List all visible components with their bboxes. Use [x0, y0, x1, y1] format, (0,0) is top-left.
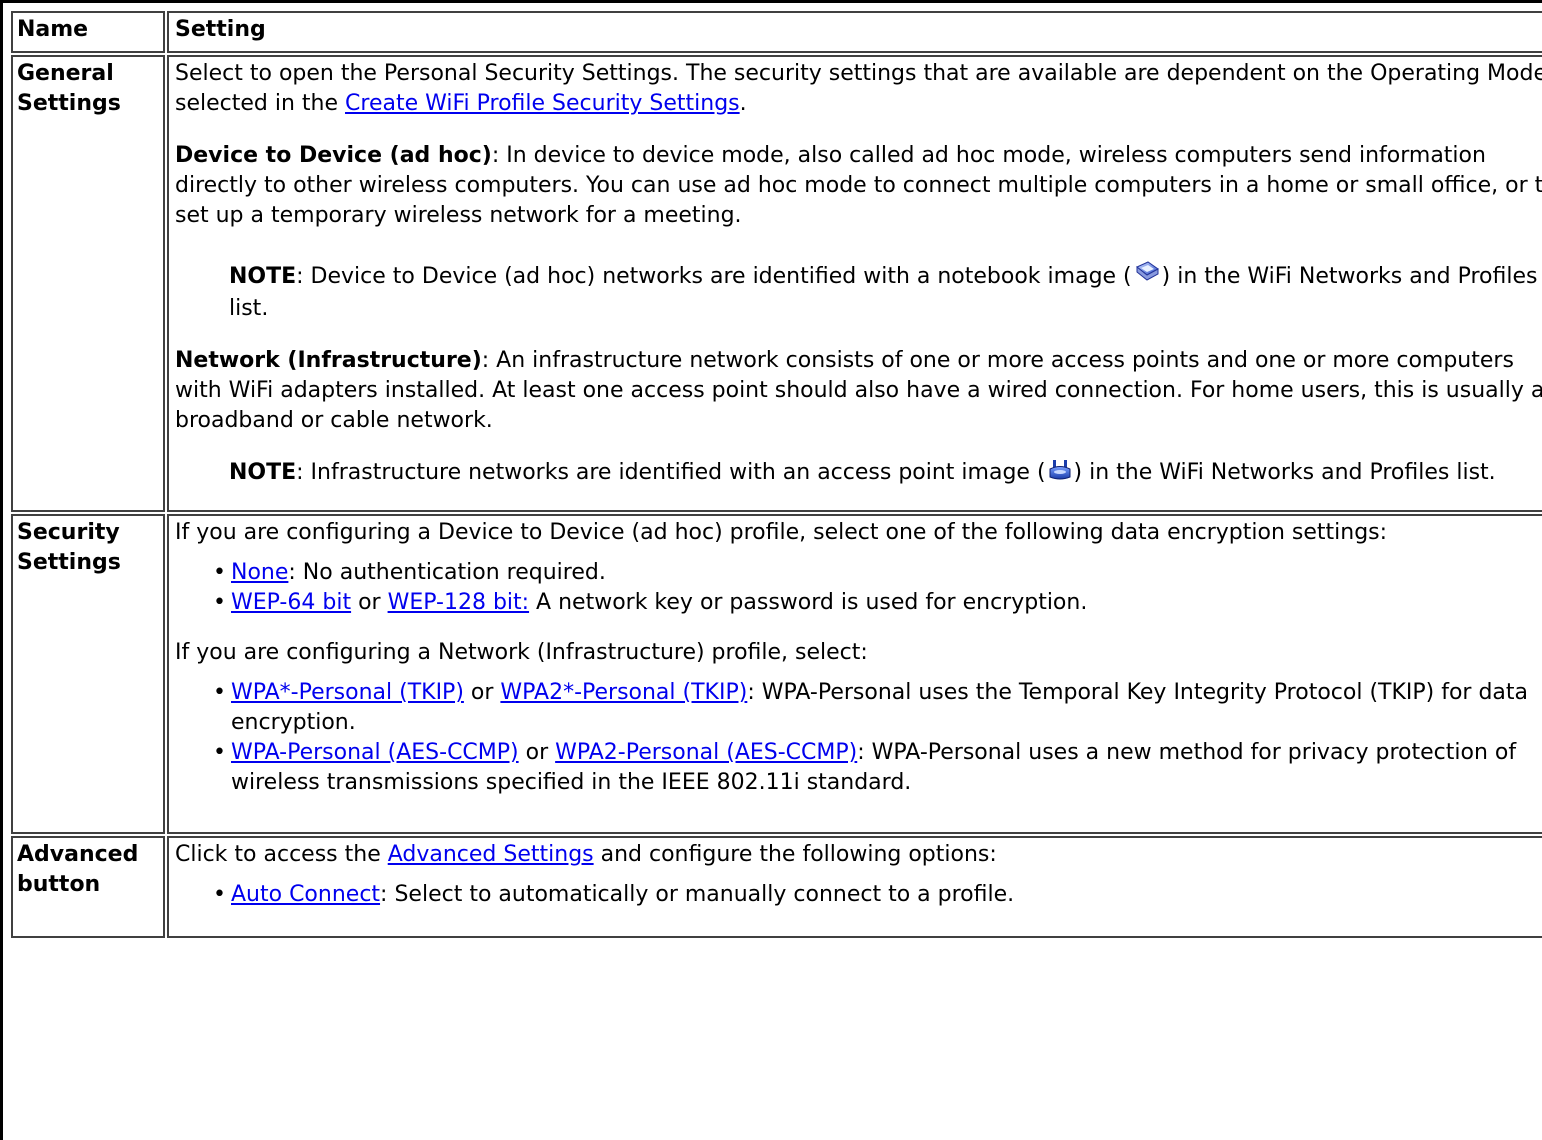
- bullet-icon: •: [213, 560, 226, 585]
- list-item: • WPA*-Personal (TKIP) or WPA2*-Personal…: [213, 678, 1542, 738]
- none-link[interactable]: None: [231, 560, 288, 585]
- general-intro-end: .: [739, 91, 747, 116]
- header-name: Name: [11, 11, 165, 53]
- note2-label: NOTE: [229, 460, 297, 485]
- bullet-icon: •: [213, 680, 226, 705]
- notebook-icon: [1134, 261, 1160, 294]
- list-item: • Auto Connect: Select to automatically …: [213, 880, 1542, 910]
- table-row-general-settings: General Settings Select to open the Pers…: [11, 55, 1542, 512]
- list-item-conjunction: or: [518, 740, 556, 765]
- infra-title: Network (Infrastructure): [175, 348, 482, 373]
- list-item-text: : Select to automatically or manually co…: [380, 882, 1015, 907]
- wep-128-bit-link[interactable]: WEP-128 bit:: [388, 590, 529, 615]
- table-row-advanced-button: Advanced button Click to access the Adva…: [11, 836, 1542, 938]
- auto-connect-link[interactable]: Auto Connect: [231, 882, 380, 907]
- row-name-line2: Settings: [17, 91, 121, 116]
- note2-text-b: ) in the WiFi Networks and Profiles list…: [1073, 460, 1496, 485]
- list-item-conjunction: or: [463, 680, 501, 705]
- advanced-intro-paragraph: Click to access the Advanced Settings an…: [175, 840, 1542, 870]
- adhoc-paragraph: Device to Device (ad hoc): In device to …: [175, 141, 1542, 231]
- note-adhoc-paragraph: NOTE: Device to Device (ad hoc) networks…: [229, 261, 1542, 324]
- row-name-security-settings: Security Settings: [11, 514, 165, 834]
- adhoc-title: Device to Device (ad hoc): [175, 143, 492, 168]
- wpa-personal-tkip-link[interactable]: WPA*-Personal (TKIP): [231, 680, 464, 705]
- adhoc-encryption-list: • None: No authentication required. • WE…: [175, 558, 1542, 618]
- list-item: • None: No authentication required.: [213, 558, 1542, 588]
- access-point-icon: [1048, 459, 1072, 490]
- wep-64-bit-link[interactable]: WEP-64 bit: [231, 590, 351, 615]
- row-setting-advanced-button: Click to access the Advanced Settings an…: [167, 836, 1542, 938]
- row-setting-general-settings: Select to open the Personal Security Set…: [167, 55, 1542, 512]
- bullet-icon: •: [213, 882, 226, 907]
- advanced-intro-b: and configure the following options:: [593, 842, 997, 867]
- row-name-advanced-button: Advanced button: [11, 836, 165, 938]
- row-name-line1: Advanced: [17, 842, 139, 867]
- infra-encryption-list: • WPA*-Personal (TKIP) or WPA2*-Personal…: [175, 678, 1542, 798]
- list-item: • WEP-64 bit or WEP-128 bit: A network k…: [213, 588, 1542, 618]
- list-item-conjunction: or: [351, 590, 388, 615]
- table-row-security-settings: Security Settings If you are configuring…: [11, 514, 1542, 834]
- list-item: • WPA-Personal (AES-CCMP) or WPA2-Person…: [213, 738, 1542, 798]
- wpa-personal-aes-ccmp-link[interactable]: WPA-Personal (AES-CCMP): [231, 740, 519, 765]
- settings-table: Name Setting General Settings Select to …: [9, 9, 1542, 940]
- advanced-intro-a: Click to access the: [175, 842, 388, 867]
- row-name-line2: button: [17, 872, 101, 897]
- advanced-options-list: • Auto Connect: Select to automatically …: [175, 880, 1542, 910]
- note2-text-a: : Infrastructure networks are identified…: [296, 460, 1046, 485]
- row-setting-security-settings: If you are configuring a Device to Devic…: [167, 514, 1542, 834]
- infrastructure-paragraph: Network (Infrastructure): An infrastruct…: [175, 346, 1542, 436]
- list-item-text: : No authentication required.: [288, 560, 606, 585]
- wpa2-personal-tkip-link[interactable]: WPA2*-Personal (TKIP): [500, 680, 747, 705]
- header-name-label: Name: [17, 17, 89, 42]
- bullet-icon: •: [213, 740, 226, 765]
- table-header-row: Name Setting: [11, 11, 1542, 53]
- wpa2-personal-aes-ccmp-link[interactable]: WPA2-Personal (AES-CCMP): [555, 740, 857, 765]
- row-name-line1: Security: [17, 520, 120, 545]
- advanced-settings-link[interactable]: Advanced Settings: [388, 842, 594, 867]
- create-wifi-profile-security-settings-link[interactable]: Create WiFi Profile Security Settings: [345, 91, 740, 116]
- row-name-line1: General: [17, 61, 114, 86]
- security-infra-intro: If you are configuring a Network (Infras…: [175, 640, 868, 665]
- note1-text-a: : Device to Device (ad hoc) networks are…: [296, 264, 1132, 289]
- header-setting-label: Setting: [175, 17, 266, 42]
- header-setting: Setting: [167, 11, 1542, 53]
- note-infrastructure-paragraph: NOTE: Infrastructure networks are identi…: [229, 458, 1542, 490]
- bullet-icon: •: [213, 590, 226, 615]
- note1-label: NOTE: [229, 264, 297, 289]
- list-item-text: A network key or password is used for en…: [529, 590, 1088, 615]
- row-name-line2: Settings: [17, 550, 121, 575]
- general-intro-paragraph: Select to open the Personal Security Set…: [175, 59, 1542, 119]
- security-adhoc-intro: If you are configuring a Device to Devic…: [175, 520, 1388, 545]
- row-name-general-settings: General Settings: [11, 55, 165, 512]
